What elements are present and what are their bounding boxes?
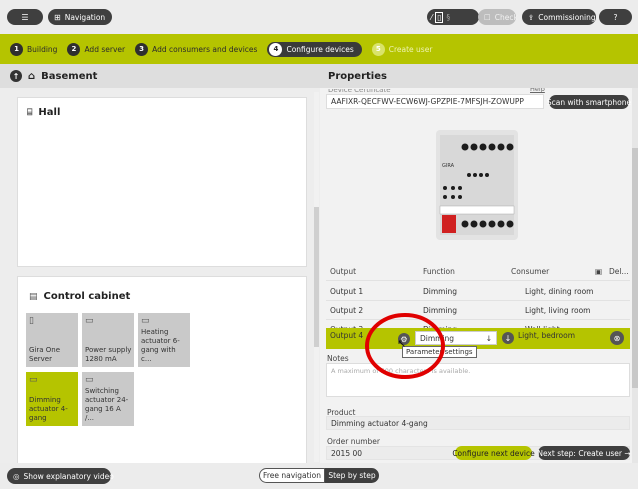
module-icon: ▭ <box>85 375 94 385</box>
properties-title: Properties <box>320 64 638 88</box>
configure-next-device-button[interactable]: Configure next device <box>452 446 535 460</box>
help-button[interactable]: ? <box>599 9 632 25</box>
step-building[interactable]: 1 Building <box>10 42 57 56</box>
device-tile[interactable]: ▭ Heating actuator 6-gang with c... <box>138 313 190 367</box>
room-control-cabinet[interactable]: ▤ Control cabinet ▯ Gira One Server ▭ Power… <box>17 276 307 466</box>
certificate-field[interactable]: AAFIXR-QECFWV-ECW6WJ-GPZPIE-7MFSJH-ZOWUP… <box>326 94 544 109</box>
device-tile[interactable]: ▭ Power supply 1280 mA <box>82 313 134 367</box>
module-icon: ▭ <box>141 316 150 326</box>
wizard-steps: 1 Building 2 Add server 3 Add consumers and… <box>0 34 638 64</box>
table-header: Output Function Consumer ▣ Del... <box>326 262 630 281</box>
tool-buttons[interactable]: ⁄ ▯ § <box>427 9 479 25</box>
check-icon: ☐ <box>484 12 491 22</box>
table-row[interactable]: Output 1 Dimming Light, dining room <box>326 282 630 301</box>
properties-pane: Properties Device Certificate Help AAFIX… <box>320 64 638 463</box>
location-title: Basement <box>41 70 98 82</box>
location-header: ↑ ⌂ Basement <box>0 64 320 88</box>
check-button[interactable]: ☐ Check <box>478 9 518 25</box>
step-add-server[interactable]: 2 Add server <box>67 42 125 56</box>
device-image: GIRA <box>436 130 518 240</box>
step-add-consumers[interactable]: 3 Add consumers and devices <box>135 42 257 56</box>
delete-icon[interactable]: ⊗ <box>610 331 624 345</box>
home-icon: ⌂ <box>28 70 36 82</box>
device-tile[interactable]: ▯ Gira One Server <box>26 313 78 367</box>
module-icon: ▭ <box>29 375 38 385</box>
annotation-circle <box>365 313 445 379</box>
device-brand: GIRA <box>442 163 455 169</box>
hamburger-icon: ☰ <box>21 12 29 22</box>
location-pane: ↑ ⌂ Basement ⌸ Hall ▤ Control cabinet ▯ Gir… <box>0 64 320 466</box>
consumer-icon: ▣ <box>595 266 603 276</box>
product-field: Dimming actuator 4-gang <box>326 416 630 430</box>
upload-icon: ⇪ <box>528 12 535 22</box>
bottom-bar: ◎ Show explanatory video Free navigation … <box>0 463 638 489</box>
module-icon: ▭ <box>85 316 94 326</box>
step-by-step-toggle[interactable]: Step by step <box>325 468 379 483</box>
step-create-user[interactable]: 5 Create user <box>371 42 432 56</box>
down-arrow-icon[interactable]: ↓ <box>502 332 514 344</box>
server-icon: ▯ <box>29 316 34 326</box>
chevron-down-icon: ↓ <box>485 333 492 343</box>
left-scrollbar[interactable] <box>314 92 319 462</box>
show-video-button[interactable]: ◎ Show explanatory video <box>7 468 114 484</box>
scan-smartphone-button[interactable]: Scan with smartphone <box>547 95 631 109</box>
door-icon: ⌸ <box>27 107 33 118</box>
play-icon: ◎ <box>13 471 20 481</box>
device-icon[interactable]: ▯ <box>435 11 444 23</box>
cabinet-icon: ▤ <box>29 291 38 302</box>
room-hall[interactable]: ⌸ Hall <box>17 97 307 267</box>
notes-label: Notes <box>327 354 349 363</box>
top-bar: ☰ ⊞ Navigation ⁄ ▯ § ☐ Check ⇪ Commissioning … <box>0 0 638 34</box>
menu-button[interactable]: ☰ <box>7 9 43 25</box>
free-navigation-toggle[interactable]: Free navigation <box>259 468 325 483</box>
next-step-button[interactable]: Next step: Create user → <box>537 446 631 460</box>
order-number-label: Order number <box>327 437 380 446</box>
navigation-button[interactable]: ⊞ Navigation <box>48 9 112 25</box>
device-tile-selected[interactable]: ▭ Dimming actuator 4-gang <box>26 372 78 426</box>
right-scrollbar[interactable] <box>632 88 638 463</box>
commissioning-button[interactable]: ⇪ Commissioning <box>522 9 596 25</box>
link-icon[interactable]: § <box>446 13 450 22</box>
up-arrow-icon[interactable]: ↑ <box>10 70 22 82</box>
wand-icon[interactable]: ⁄ <box>431 13 432 22</box>
step-configure-devices[interactable]: 4 Configure devices <box>267 41 362 57</box>
device-tile[interactable]: ▭ Switching actuator 24-gang 16 A /... <box>82 372 134 426</box>
grid-icon: ⊞ <box>54 12 61 22</box>
